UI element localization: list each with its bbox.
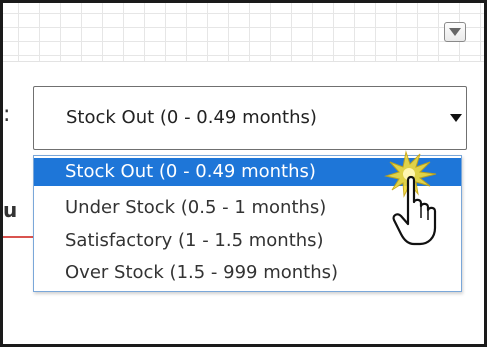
select-current-value: Stock Out (0 - 0.49 months) xyxy=(66,107,317,128)
screenshot-stage: : Stock Out (0 - 0.49 months) u Stock Ou… xyxy=(0,0,487,348)
hand-cursor-shape xyxy=(392,175,437,246)
panel-toggle-button[interactable] xyxy=(444,22,466,42)
background-red-rule xyxy=(3,236,35,238)
hand-pointer-icon xyxy=(384,150,437,246)
header-grid-band xyxy=(3,3,484,62)
triangle-down-icon xyxy=(450,114,462,122)
option-over-stock[interactable]: Over Stock (1.5 - 999 months) xyxy=(34,259,461,287)
stock-status-select[interactable]: Stock Out (0 - 0.49 months) xyxy=(33,86,467,150)
filter-label-tail: : xyxy=(3,102,11,127)
background-heading-fragment: u xyxy=(3,198,18,222)
chevron-down-icon xyxy=(449,28,461,36)
